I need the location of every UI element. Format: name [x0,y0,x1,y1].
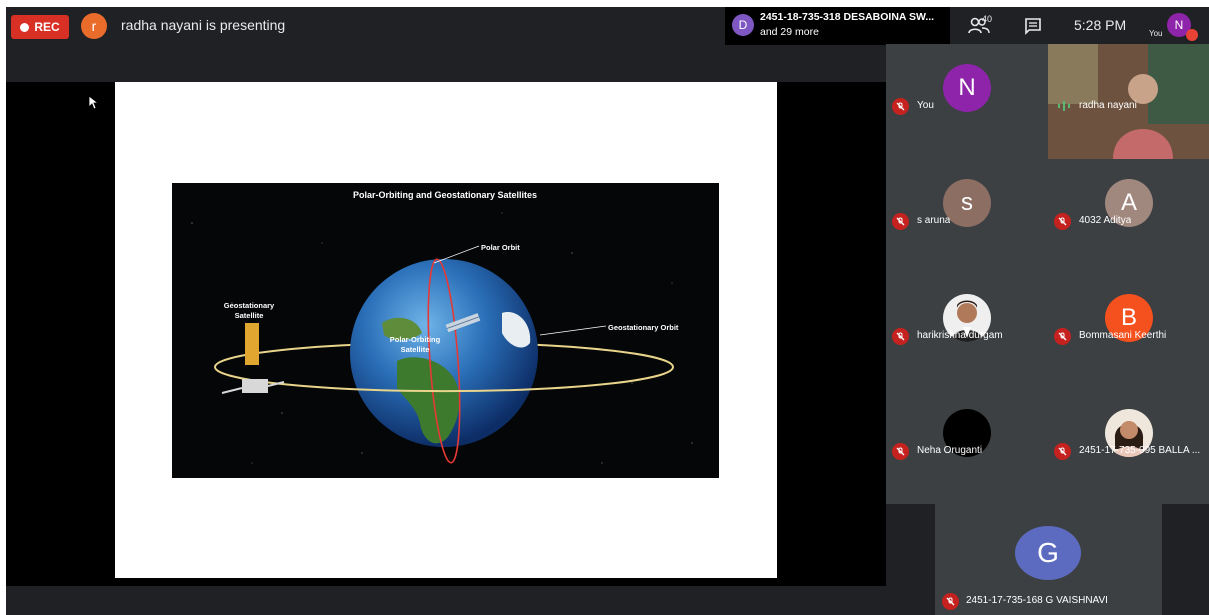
participant-name: You [917,100,934,111]
polar-satellite-label-2: Satellite [401,345,430,354]
participant-tile[interactable]: s s aruna [886,159,1048,274]
self-label: You [1149,29,1163,38]
participant-tile[interactable]: B Bommasani Keerthi [1048,274,1209,389]
rec-label: REC [34,20,60,34]
participant-name: Bommasani Keerthi [1079,330,1167,341]
mouse-cursor-icon [89,96,99,110]
polar-orbit-label: Polar Orbit [481,243,520,252]
participant-tile[interactable]: A 4032 Aditya [1048,159,1209,274]
satellite-diagram: Polar-Orbiting and Geostationary Satelli… [172,183,719,478]
mic-off-icon [942,593,959,610]
clock: 5:28 PM [1074,17,1127,33]
join-notification[interactable]: D 2451-18-735-318 DESABOINA SW... and 29… [725,7,950,45]
chat-icon[interactable] [1024,17,1042,35]
mic-off-icon [892,213,909,230]
notification-line2: and 29 more [760,26,819,38]
mic-off-icon [1054,213,1071,230]
participant-avatar: G [1015,526,1081,580]
participant-name: radha nayani [1079,100,1137,111]
mic-off-icon [1054,328,1071,345]
geo-satellite-label-1: Geostationary [224,301,275,310]
participant-name: 4032 Aditya [1079,215,1132,226]
mic-off-icon [892,98,909,115]
geo-satellite-label-2: Satellite [235,311,264,320]
presentation-slide: Polar-Orbiting and Geostationary Satelli… [115,82,777,578]
participant-tile[interactable]: 2451-17-735-095 BALLA ... [1048,389,1209,504]
participant-tile-video[interactable]: radha nayani [1048,44,1209,159]
participant-name: 2451-17-735-168 G VAISHNAVI [966,595,1108,606]
mic-off-icon [892,328,909,345]
participant-tile[interactable]: harikrishna durgam [886,274,1048,389]
geostationary-orbit-label: Geostationary Orbit [608,323,679,332]
participant-tile[interactable]: N You [886,44,1048,159]
notification-avatar: D [732,14,754,36]
polar-satellite-label-1: Polar-Orbiting [390,335,441,344]
mic-off-icon [1054,443,1071,460]
self-mic-off-icon [1186,29,1198,41]
record-dot-icon [20,22,30,32]
participant-name: 2451-17-735-095 BALLA ... [1079,445,1201,456]
presenting-status: radha nayani is presenting [121,17,286,33]
presenter-avatar: r [81,13,107,39]
participant-name: s aruna [917,215,951,226]
speaking-indicator-icon [1058,101,1070,111]
meet-window: REC r radha nayani is presenting D 2451-… [6,7,1209,615]
notification-line1: 2451-18-735-318 DESABOINA SW... [760,11,935,23]
participant-name: harikrishna durgam [917,330,1003,341]
mic-off-icon [892,443,909,460]
participant-name: Neha Oruganti [917,445,983,456]
people-count: 40 [982,14,993,24]
participant-avatar: N [943,64,991,112]
participant-tile[interactable]: Neha Oruganti [886,389,1048,504]
slide-title: Polar-Orbiting and Geostationary Satelli… [353,190,537,200]
recording-badge: REC [11,15,69,39]
participant-tile[interactable]: G 2451-17-735-168 G VAISHNAVI [935,504,1162,615]
